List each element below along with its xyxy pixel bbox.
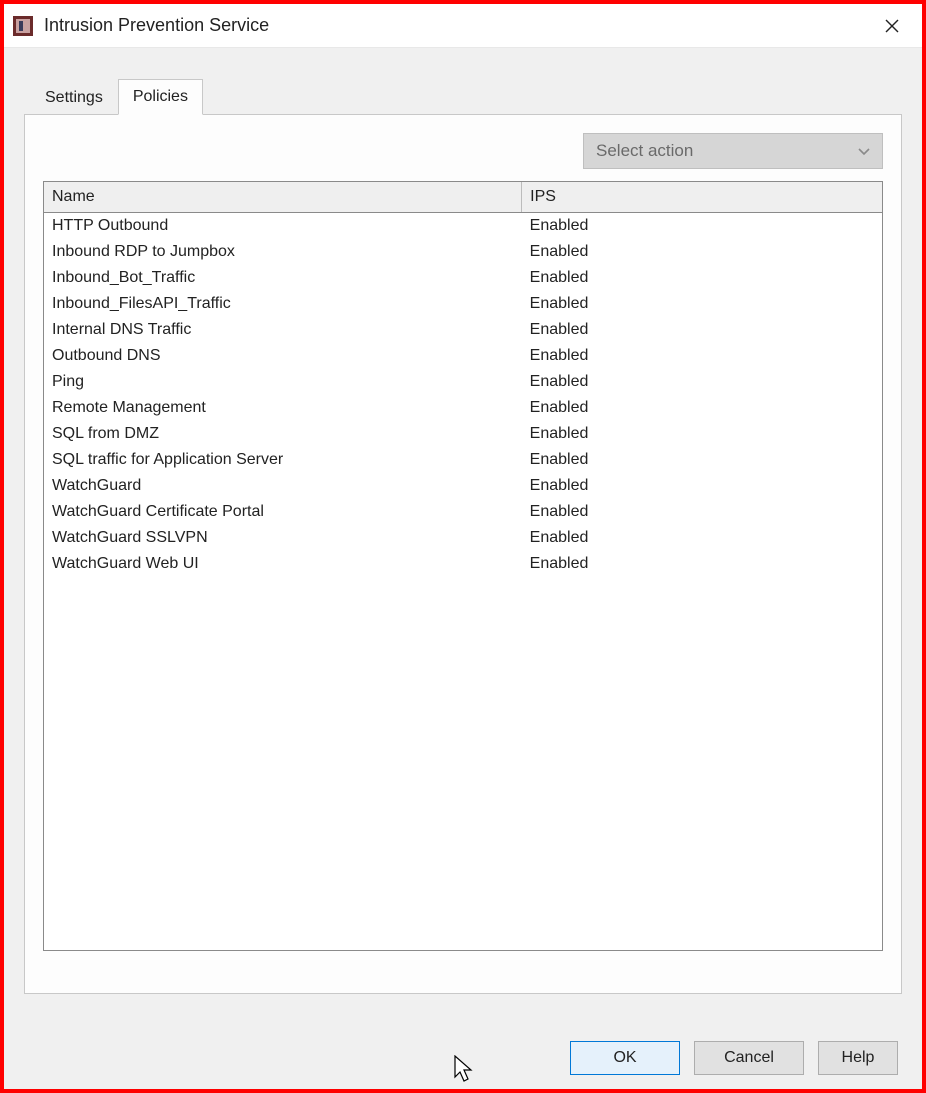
cell-name: HTTP Outbound (44, 213, 522, 240)
cell-ips: Enabled (522, 291, 882, 317)
cell-ips: Enabled (522, 239, 882, 265)
button-label: Help (842, 1049, 875, 1067)
help-button[interactable]: Help (818, 1041, 898, 1075)
table-row[interactable]: WatchGuard SSLVPNEnabled (44, 525, 882, 551)
tab-panel-policies: Select action Name IPS (24, 114, 902, 994)
chevron-down-icon (858, 143, 870, 159)
cell-name: SQL traffic for Application Server (44, 447, 522, 473)
ok-button[interactable]: OK (570, 1041, 680, 1075)
cell-ips: Enabled (522, 473, 882, 499)
window-title: Intrusion Prevention Service (44, 15, 872, 36)
cell-name: Inbound_Bot_Traffic (44, 265, 522, 291)
table-row[interactable]: SQL from DMZEnabled (44, 421, 882, 447)
app-icon (12, 15, 34, 37)
close-button[interactable] (872, 6, 912, 46)
tab-policies[interactable]: Policies (118, 79, 203, 115)
button-label: OK (613, 1049, 636, 1067)
table-row[interactable]: SQL traffic for Application ServerEnable… (44, 447, 882, 473)
cell-ips: Enabled (522, 369, 882, 395)
cell-name: SQL from DMZ (44, 421, 522, 447)
tab-settings[interactable]: Settings (30, 80, 118, 115)
cancel-button[interactable]: Cancel (694, 1041, 804, 1075)
table-header-row: Name IPS (44, 182, 882, 213)
column-header-ips[interactable]: IPS (522, 182, 882, 213)
table-row[interactable]: WatchGuard Certificate PortalEnabled (44, 499, 882, 525)
select-action-label: Select action (596, 141, 693, 161)
tab-label: Settings (45, 89, 103, 106)
cell-name: Inbound_FilesAPI_Traffic (44, 291, 522, 317)
content-area: Settings Policies Select action (4, 48, 922, 1004)
tab-label: Policies (133, 88, 188, 105)
cell-ips: Enabled (522, 343, 882, 369)
table-row[interactable]: Outbound DNSEnabled (44, 343, 882, 369)
titlebar: Intrusion Prevention Service (4, 4, 922, 48)
table-row[interactable]: Inbound_Bot_TrafficEnabled (44, 265, 882, 291)
cell-name: Ping (44, 369, 522, 395)
cell-name: WatchGuard (44, 473, 522, 499)
cell-ips: Enabled (522, 213, 882, 240)
table-row[interactable]: Remote ManagementEnabled (44, 395, 882, 421)
table-row[interactable]: WatchGuardEnabled (44, 473, 882, 499)
select-action-dropdown[interactable]: Select action (583, 133, 883, 169)
button-label: Cancel (724, 1049, 774, 1067)
cell-name: WatchGuard Web UI (44, 551, 522, 577)
cell-name: WatchGuard Certificate Portal (44, 499, 522, 525)
column-header-name[interactable]: Name (44, 182, 522, 213)
cursor-icon (454, 1055, 474, 1083)
dialog-footer: OK Cancel Help (570, 1041, 898, 1075)
cell-ips: Enabled (522, 447, 882, 473)
policies-table-wrap: Name IPS HTTP OutboundEnabledInbound RDP… (43, 181, 883, 951)
table-row[interactable]: Inbound RDP to JumpboxEnabled (44, 239, 882, 265)
action-row: Select action (43, 133, 883, 169)
cell-ips: Enabled (522, 421, 882, 447)
cell-ips: Enabled (522, 317, 882, 343)
cell-name: Internal DNS Traffic (44, 317, 522, 343)
cell-name: Remote Management (44, 395, 522, 421)
cell-name: Outbound DNS (44, 343, 522, 369)
tab-strip: Settings Policies (30, 78, 902, 114)
policies-table: Name IPS HTTP OutboundEnabledInbound RDP… (44, 182, 882, 577)
table-row[interactable]: Internal DNS TrafficEnabled (44, 317, 882, 343)
cell-ips: Enabled (522, 265, 882, 291)
cell-ips: Enabled (522, 525, 882, 551)
dialog-window: Intrusion Prevention Service Settings Po… (0, 0, 926, 1093)
cell-ips: Enabled (522, 499, 882, 525)
table-row[interactable]: WatchGuard Web UIEnabled (44, 551, 882, 577)
close-icon (885, 19, 899, 33)
table-row[interactable]: Inbound_FilesAPI_TrafficEnabled (44, 291, 882, 317)
table-row[interactable]: HTTP OutboundEnabled (44, 213, 882, 240)
cell-name: Inbound RDP to Jumpbox (44, 239, 522, 265)
table-row[interactable]: PingEnabled (44, 369, 882, 395)
cell-ips: Enabled (522, 395, 882, 421)
cell-ips: Enabled (522, 551, 882, 577)
cell-name: WatchGuard SSLVPN (44, 525, 522, 551)
